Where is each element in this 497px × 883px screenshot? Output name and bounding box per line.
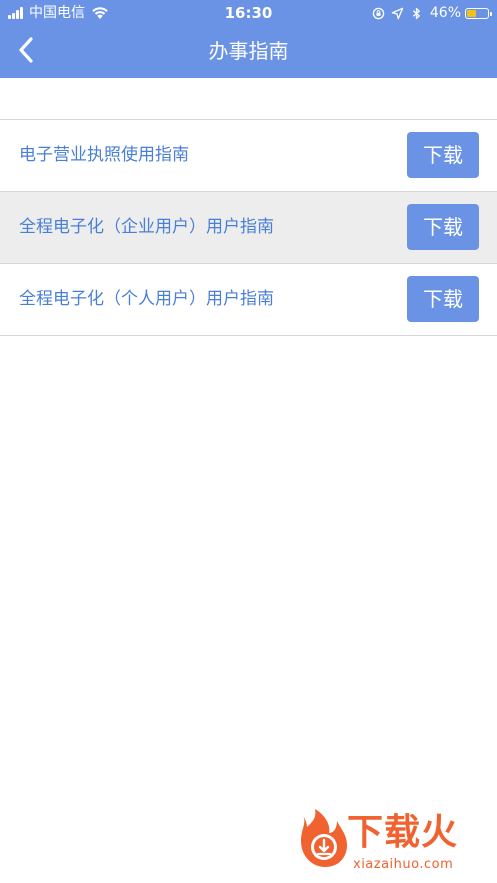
battery-fill	[467, 9, 477, 17]
watermark-brand: 下载火	[347, 812, 459, 853]
download-button[interactable]: 下载	[407, 132, 479, 178]
back-button[interactable]	[8, 32, 44, 68]
chevron-left-icon	[19, 37, 33, 63]
status-bar: 中国电信 16:30 46%	[0, 0, 497, 26]
download-button[interactable]: 下载	[407, 204, 479, 250]
orientation-lock-icon	[372, 7, 385, 19]
flame-logo-icon	[301, 809, 347, 867]
location-icon	[391, 7, 404, 19]
battery-percent: 46%	[429, 5, 461, 21]
guide-list: 电子营业执照使用指南 下载 全程电子化（企业用户）用户指南 下载 全程电子化（个…	[0, 119, 497, 336]
screen: 中国电信 16:30 46% 办事指南 电子营业执照使用指南 下载 全程电子化（…	[0, 0, 497, 883]
app-header: 中国电信 16:30 46% 办事指南	[0, 0, 497, 78]
guide-title: 全程电子化（个人用户）用户指南	[19, 289, 274, 309]
battery-icon	[465, 7, 492, 19]
watermark-logo: 下载火 xiazaihuo.com	[293, 807, 483, 877]
guide-row-enterprise-user: 全程电子化（企业用户）用户指南 下载	[0, 192, 497, 264]
watermark-domain: xiazaihuo.com	[353, 857, 454, 872]
guide-title: 全程电子化（企业用户）用户指南	[19, 217, 274, 237]
guide-row-business-license: 电子营业执照使用指南 下载	[0, 120, 497, 192]
page-title: 办事指南	[208, 39, 289, 63]
nav-bar: 办事指南	[0, 26, 497, 78]
status-right: 46%	[366, 0, 492, 26]
guide-row-individual-user: 全程电子化（个人用户）用户指南 下载	[0, 264, 497, 336]
download-button[interactable]: 下载	[407, 276, 479, 322]
guide-title: 电子营业执照使用指南	[19, 145, 189, 165]
bluetooth-icon	[412, 7, 420, 19]
